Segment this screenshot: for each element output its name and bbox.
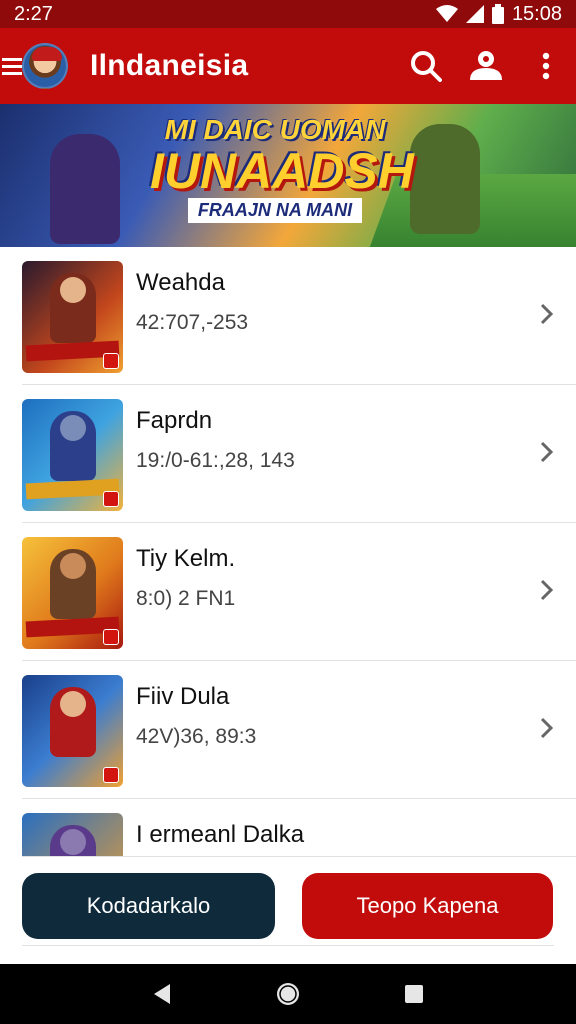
list-item[interactable]: Faprdn 19:/0-61:,28, 143: [0, 385, 576, 523]
battery-icon: [491, 4, 504, 24]
chevron-right-icon: [540, 441, 554, 463]
banner-hero-right: [410, 124, 480, 234]
primary-action-button[interactable]: Kodadarkalo: [22, 873, 275, 939]
game-thumbnail: [22, 675, 123, 787]
game-list: Weahda 42:707,-253 Faprdn 19:/0-61:,28, …: [0, 247, 576, 857]
menu-icon[interactable]: [2, 57, 22, 75]
item-subtitle: 8:0) 2 FN1: [136, 587, 236, 610]
recents-icon[interactable]: [404, 984, 424, 1004]
user-group-icon: [470, 51, 502, 80]
account-button[interactable]: [456, 36, 516, 96]
promo-banner[interactable]: MI DAIC UOMAN IUNAADSH FRAAJN NA MANI: [0, 104, 576, 247]
item-title: Tiy Kelm.: [136, 545, 236, 572]
search-button[interactable]: [396, 36, 456, 96]
item-title: Fiiv Dula: [136, 683, 230, 710]
item-title: Weahda: [136, 269, 225, 296]
more-options-button[interactable]: [516, 36, 576, 96]
back-icon[interactable]: [152, 983, 172, 1005]
secondary-action-button[interactable]: Teopo Kapena: [302, 873, 553, 939]
status-time: 2:27: [14, 2, 53, 25]
status-clock: 15:08: [511, 2, 562, 25]
item-subtitle: 42:707,-253: [136, 311, 249, 334]
chevron-right-icon: [540, 579, 554, 601]
item-title: I ermeanl Dalka: [136, 821, 305, 848]
app-title: Ilndaneisia: [90, 49, 249, 82]
list-item[interactable]: Tiy Kelm. 8:0) 2 FN1: [0, 523, 576, 661]
signal-icon: [465, 5, 484, 23]
item-title: Faprdn: [136, 407, 213, 434]
banner-line3: FRAAJN NA MANI: [187, 198, 363, 223]
wifi-icon: [435, 5, 458, 22]
item-subtitle: 42V)36, 89:3: [136, 725, 257, 748]
item-subtitle: 19:/0-61:,28, 143: [136, 449, 295, 472]
game-thumbnail: [22, 399, 123, 511]
banner-text: MI DAIC UOMAN IUNAADSH FRAAJN NA MANI: [150, 114, 414, 223]
banner-line1: MI DAIC UOMAN: [164, 114, 386, 145]
game-thumbnail: [22, 813, 123, 857]
game-thumbnail: [22, 261, 123, 373]
more-vert-icon: [542, 52, 550, 80]
list-item[interactable]: Weahda 42:707,-253: [0, 247, 576, 385]
search-icon: [411, 51, 442, 82]
status-bar: 2:27 15:08: [0, 0, 576, 28]
action-area: Kodadarkalo Teopo Kapena: [0, 862, 576, 964]
app-bar: Ilndaneisia: [0, 28, 576, 104]
list-item[interactable]: Fiiv Dula 42V)36, 89:3: [0, 661, 576, 799]
chevron-right-icon: [540, 717, 554, 739]
banner-line2: IUNAADSH: [150, 143, 414, 199]
list-item[interactable]: I ermeanl Dalka: [0, 799, 576, 857]
home-icon[interactable]: [275, 981, 301, 1007]
chevron-right-icon: [540, 303, 554, 325]
game-thumbnail: [22, 537, 123, 649]
system-nav-bar: [0, 964, 576, 1024]
status-icons: 15:08: [435, 2, 562, 26]
avatar[interactable]: [22, 43, 68, 89]
banner-hero-left: [50, 134, 120, 244]
